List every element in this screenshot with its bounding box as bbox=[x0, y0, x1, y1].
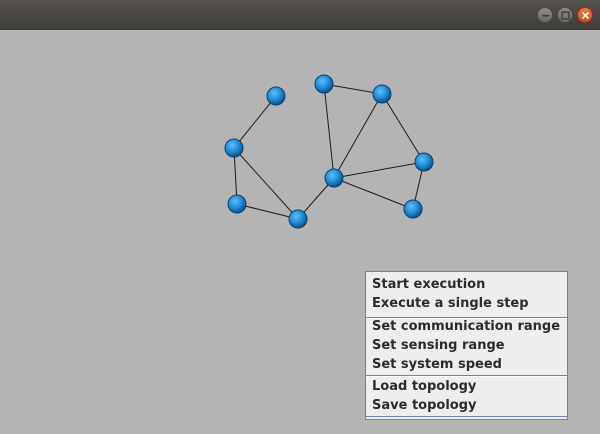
minimize-button[interactable] bbox=[537, 7, 553, 23]
maximize-button[interactable] bbox=[557, 7, 573, 23]
edge bbox=[323, 83, 335, 179]
minimize-icon bbox=[542, 15, 549, 17]
node[interactable] bbox=[227, 194, 247, 214]
edge bbox=[233, 95, 277, 149]
window-titlebar[interactable] bbox=[0, 0, 600, 30]
close-button[interactable] bbox=[577, 7, 593, 23]
edge bbox=[333, 93, 383, 179]
menu-item-load-topology[interactable]: Load topology bbox=[372, 379, 476, 395]
node[interactable] bbox=[403, 199, 423, 219]
node[interactable] bbox=[314, 74, 334, 94]
context-menu: Start execution Execute a single step Se… bbox=[365, 271, 568, 420]
menu-item-set-sensing-range[interactable]: Set sensing range bbox=[372, 338, 505, 354]
node[interactable] bbox=[288, 209, 308, 229]
edge bbox=[381, 93, 425, 163]
maximize-icon bbox=[561, 11, 570, 20]
close-icon bbox=[581, 11, 590, 20]
menu-separator bbox=[366, 416, 567, 417]
menu-item-set-system-speed[interactable]: Set system speed bbox=[372, 357, 502, 373]
node[interactable] bbox=[224, 138, 244, 158]
menu-item-save-topology[interactable]: Save topology bbox=[372, 398, 477, 414]
node[interactable] bbox=[372, 84, 392, 104]
edge bbox=[333, 161, 425, 179]
menu-item-start-execution[interactable]: Start execution bbox=[372, 277, 485, 293]
menu-item-execute-single-step[interactable]: Execute a single step bbox=[372, 296, 529, 312]
node[interactable] bbox=[324, 168, 344, 188]
menu-item-set-communication-range[interactable]: Set communication range bbox=[372, 319, 560, 335]
edge bbox=[333, 177, 414, 210]
menu-separator-highlight bbox=[366, 376, 567, 377]
edges bbox=[233, 83, 425, 220]
node[interactable] bbox=[414, 152, 434, 172]
node[interactable] bbox=[266, 86, 286, 106]
